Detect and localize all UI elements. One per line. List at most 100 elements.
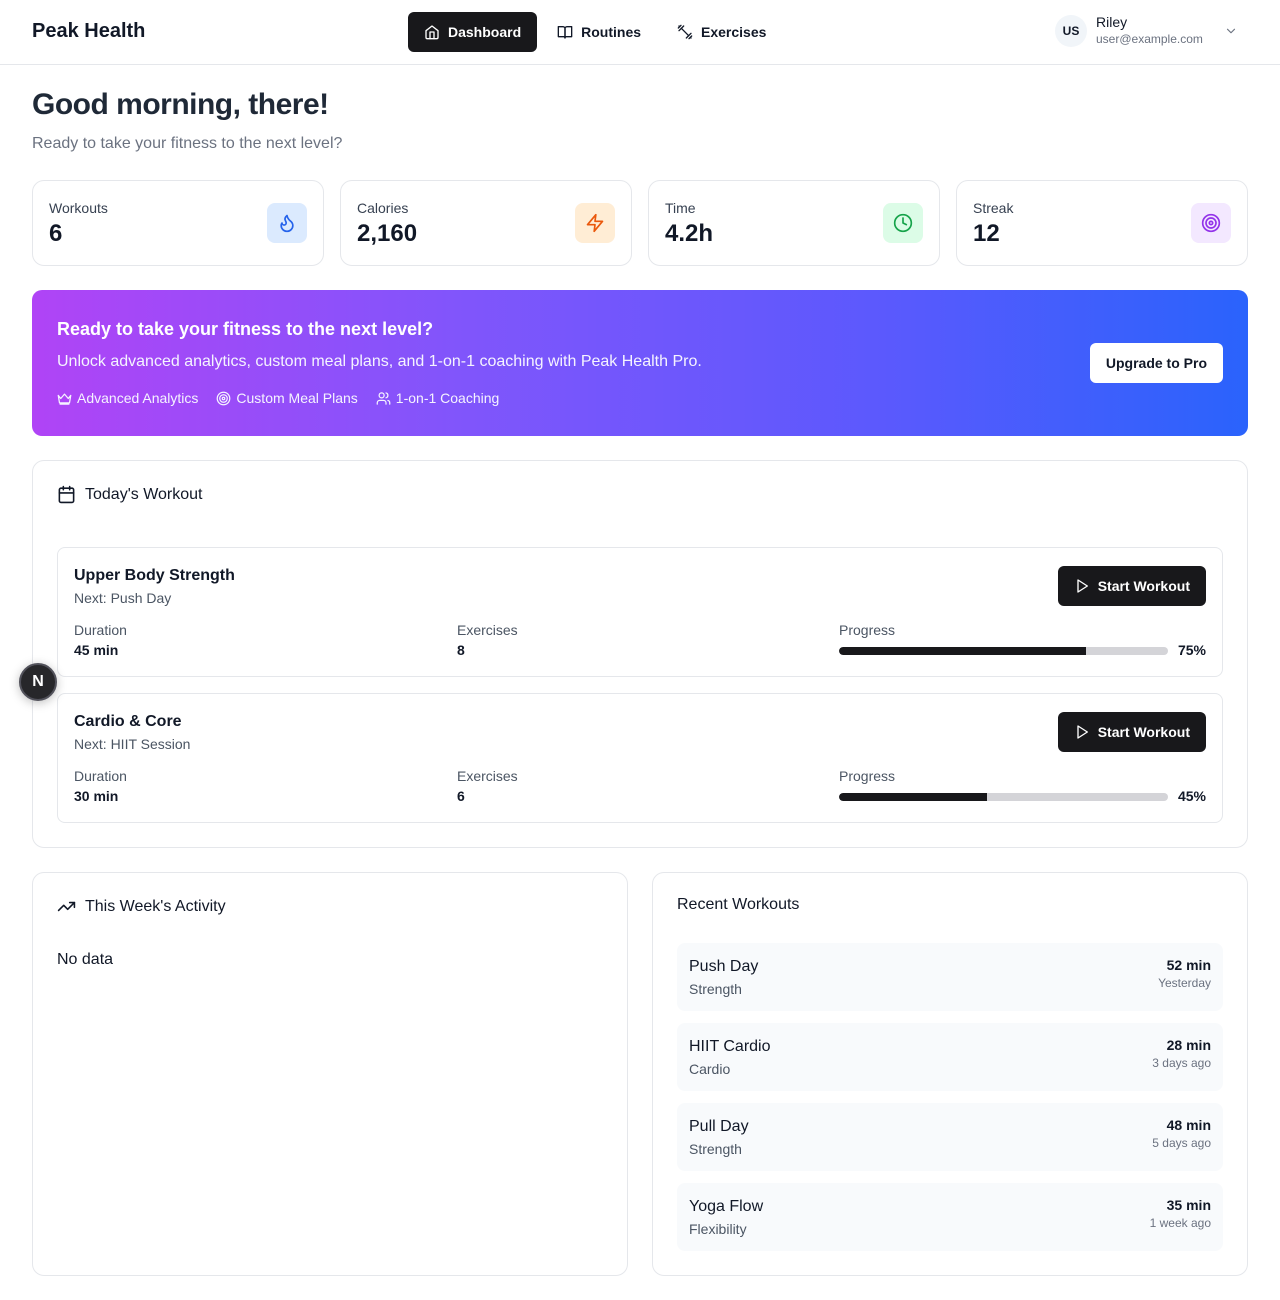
- list-item[interactable]: Pull Day Strength 48 min 5 days ago: [677, 1103, 1223, 1171]
- user-info: Riley user@example.com: [1096, 14, 1203, 48]
- recent-type: Flexibility: [689, 1221, 747, 1237]
- upgrade-banner: Ready to take your fitness to the next l…: [32, 290, 1248, 436]
- workout-next: Next: HIIT Session: [74, 736, 191, 752]
- feature-analytics: Advanced Analytics: [57, 390, 198, 406]
- stat-card-calories: Calories 2,160: [340, 180, 632, 266]
- calendar-icon: [58, 485, 75, 504]
- stat-card-workouts: Workouts 6: [32, 180, 324, 266]
- list-item[interactable]: Yoga Flow Flexibility 35 min 1 week ago: [677, 1183, 1223, 1251]
- user-menu[interactable]: US Riley user@example.com: [1055, 14, 1238, 48]
- banner-title: Ready to take your fitness to the next l…: [57, 319, 434, 339]
- workout-name: Upper Body Strength: [74, 567, 235, 584]
- recent-type: Strength: [689, 1141, 742, 1157]
- main-nav: Dashboard Routines Exercises: [408, 12, 782, 52]
- stat-label: Calories: [357, 200, 409, 216]
- list-item[interactable]: HIIT Cardio Cardio 28 min 3 days ago: [677, 1023, 1223, 1091]
- page-title: Good morning, there!: [32, 88, 329, 121]
- start-workout-button[interactable]: Start Workout: [1057, 566, 1206, 606]
- trending-up-icon: [57, 901, 76, 912]
- page-subtitle: Ready to take your fitness to the next l…: [32, 135, 343, 152]
- recent-when: 5 days ago: [1152, 1136, 1211, 1150]
- card-title-label: This Week's Activity: [85, 897, 226, 915]
- top-header: Peak Health Dashboard Routines Exercises…: [0, 0, 1280, 65]
- home-icon: [425, 25, 439, 40]
- user-name: Riley: [1096, 14, 1128, 30]
- progress-bar: [839, 793, 1168, 801]
- progress-bar: [839, 647, 1168, 655]
- recent-workouts-card: Recent Workouts Push Day Strength 52 min…: [652, 872, 1248, 1276]
- start-workout-button[interactable]: Start Workout: [1057, 712, 1206, 752]
- start-workout-label: Start Workout: [1097, 578, 1190, 594]
- stat-label: Workouts: [49, 200, 108, 216]
- play-icon: [1077, 579, 1088, 593]
- card-title: Recent Workouts: [677, 896, 799, 914]
- avatar: US: [1055, 15, 1087, 47]
- zap-icon: [575, 203, 615, 243]
- exercises-label: Exercises: [457, 622, 518, 638]
- play-icon: [1077, 725, 1088, 739]
- todays-workout-card: Today's Workout Upper Body Strength Next…: [32, 460, 1248, 848]
- stat-value: 4.2h: [665, 220, 714, 247]
- list-item[interactable]: Push Day Strength 52 min Yesterday: [677, 943, 1223, 1011]
- empty-state: No data: [57, 951, 114, 968]
- recent-name: Yoga Flow: [689, 1198, 764, 1215]
- card-title: Today's Workout: [57, 485, 202, 504]
- nav-exercises[interactable]: Exercises: [661, 12, 782, 52]
- duration-label: Duration: [74, 622, 127, 638]
- feature-coaching: 1-on-1 Coaching: [376, 390, 500, 406]
- feature-list: Advanced Analytics Custom Meal Plans 1-o…: [57, 390, 499, 406]
- stat-card-time: Time 4.2h: [648, 180, 940, 266]
- workout-item: Cardio & Core Next: HIIT Session Start W…: [57, 693, 1223, 823]
- nav-dashboard[interactable]: Dashboard: [408, 12, 538, 52]
- recent-name: HIIT Cardio: [689, 1038, 771, 1055]
- chevron-down-icon: [1226, 28, 1235, 34]
- stat-label: Time: [665, 200, 696, 216]
- dev-tools-badge[interactable]: N: [19, 663, 57, 701]
- upgrade-button[interactable]: Upgrade to Pro: [1089, 343, 1223, 383]
- flame-icon: [267, 203, 307, 243]
- stat-label: Streak: [973, 200, 1014, 216]
- user-email: user@example.com: [1096, 32, 1203, 46]
- banner-text: Unlock advanced analytics, custom meal p…: [57, 353, 702, 370]
- feature-label: Advanced Analytics: [77, 390, 199, 406]
- stat-value: 6: [49, 220, 63, 247]
- progress-percent: 75%: [1177, 642, 1206, 658]
- nav-routines[interactable]: Routines: [541, 12, 657, 52]
- progress-label: Progress: [839, 622, 896, 638]
- progress-percent: 45%: [1177, 788, 1206, 804]
- recent-when: Yesterday: [1158, 976, 1211, 990]
- feature-meal-plans: Custom Meal Plans: [216, 390, 358, 406]
- progress-fill: [839, 647, 1086, 655]
- book-icon: [557, 26, 573, 39]
- recent-duration: 48 min: [1166, 1117, 1211, 1133]
- recent-name: Push Day: [689, 958, 759, 975]
- exercises-label: Exercises: [457, 768, 518, 784]
- brand-logo[interactable]: Peak Health: [32, 20, 145, 43]
- card-title: This Week's Activity: [57, 897, 226, 916]
- stat-value: 2,160: [357, 220, 418, 247]
- target-icon: [217, 391, 231, 405]
- nav-exercises-label: Exercises: [701, 24, 767, 40]
- recent-duration: 28 min: [1166, 1037, 1211, 1053]
- recent-type: Cardio: [689, 1061, 731, 1077]
- crown-icon: [57, 393, 72, 405]
- dumbbell-icon: [677, 24, 693, 40]
- duration-label: Duration: [74, 768, 127, 784]
- feature-label: Custom Meal Plans: [236, 390, 358, 406]
- feature-label: 1-on-1 Coaching: [395, 390, 500, 406]
- stat-card-streak: Streak 12: [956, 180, 1248, 266]
- stat-value: 12: [973, 220, 1000, 247]
- start-workout-label: Start Workout: [1097, 724, 1190, 740]
- progress-fill: [839, 793, 988, 801]
- card-title-label: Recent Workouts: [677, 896, 800, 913]
- recent-name: Pull Day: [689, 1118, 749, 1135]
- target-icon: [1191, 203, 1231, 243]
- duration-value: 30 min: [74, 788, 119, 804]
- clock-icon: [883, 203, 923, 243]
- duration-value: 45 min: [74, 642, 119, 658]
- weekly-activity-card: This Week's Activity No data: [32, 872, 628, 1276]
- nav-routines-label: Routines: [581, 24, 642, 40]
- progress-label: Progress: [839, 768, 896, 784]
- workout-next: Next: Push Day: [74, 590, 172, 606]
- workout-name: Cardio & Core: [74, 713, 182, 730]
